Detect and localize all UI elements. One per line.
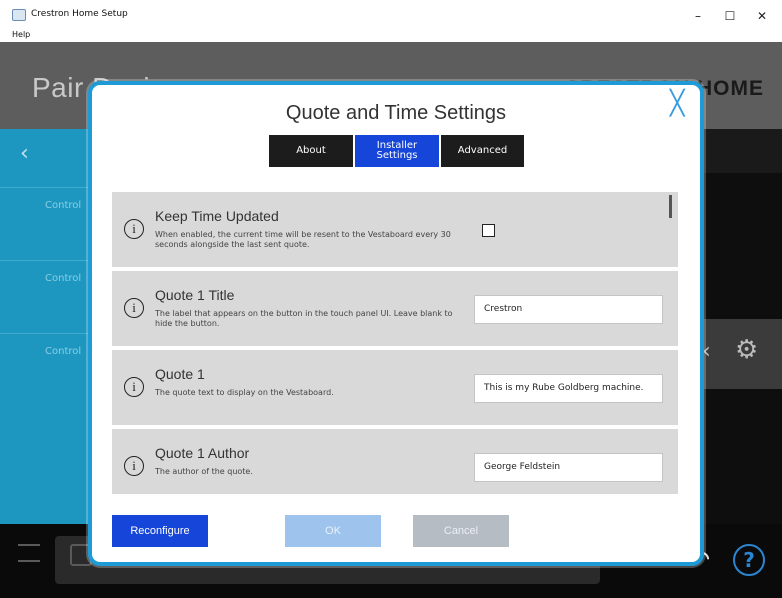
title-bar: Crestron Home Setup – ☐ ✕ bbox=[0, 0, 782, 30]
setting-title: Quote 1 Title bbox=[155, 287, 235, 303]
setting-quote-1: i Quote 1 The quote text to display on t… bbox=[112, 350, 678, 425]
help-icon[interactable]: ? bbox=[733, 544, 765, 576]
quote-1-author-input[interactable]: George Feldstein bbox=[474, 453, 663, 482]
setting-title: Keep Time Updated bbox=[155, 208, 279, 224]
maximize-button[interactable]: ☐ bbox=[712, 5, 748, 27]
dialog-title: Quote and Time Settings bbox=[285, 102, 507, 124]
info-icon[interactable]: i bbox=[124, 298, 144, 318]
quote-1-input[interactable]: This is my Rube Goldberg machine. bbox=[474, 374, 663, 403]
settings-list[interactable]: i Keep Time Updated When enabled, the cu… bbox=[112, 192, 682, 494]
tab-advanced[interactable]: Advanced bbox=[441, 135, 524, 167]
setting-quote-1-author: i Quote 1 Author The author of the quote… bbox=[112, 429, 678, 494]
setting-description: The author of the quote. bbox=[155, 467, 253, 476]
reconfigure-button[interactable]: Reconfigure bbox=[112, 515, 208, 547]
settings-dialog: Quote and Time Settings ╳ About Installe… bbox=[88, 81, 704, 566]
gear-icon[interactable]: ⚙ bbox=[735, 335, 758, 365]
menu-bar: Help bbox=[0, 30, 782, 42]
setting-keep-time-updated: i Keep Time Updated When enabled, the cu… bbox=[112, 192, 678, 267]
setting-description: When enabled, the current time will be r… bbox=[155, 230, 451, 250]
setting-description: The quote text to display on the Vestabo… bbox=[155, 388, 334, 397]
quote-1-title-input[interactable]: Crestron bbox=[474, 295, 663, 324]
setting-description: The label that appears on the button in … bbox=[155, 309, 453, 329]
menu-icon[interactable] bbox=[18, 544, 40, 562]
info-icon[interactable]: i bbox=[124, 456, 144, 476]
keep-time-checkbox[interactable] bbox=[482, 224, 495, 237]
window-title: Crestron Home Setup bbox=[31, 9, 128, 19]
cancel-button[interactable]: Cancel bbox=[413, 515, 509, 547]
setting-title: Quote 1 Author bbox=[155, 445, 250, 461]
setting-quote-1-title: i Quote 1 Title The label that appears o… bbox=[112, 271, 678, 346]
tab-installer-settings[interactable]: Installer Settings bbox=[355, 135, 439, 167]
ok-button[interactable]: OK bbox=[285, 515, 381, 547]
app-icon bbox=[12, 9, 26, 21]
close-window-button[interactable]: ✕ bbox=[744, 5, 780, 27]
tab-bar: About Installer Settings Advanced bbox=[269, 135, 524, 167]
info-icon[interactable]: i bbox=[124, 219, 144, 239]
close-icon[interactable]: ╳ bbox=[670, 91, 684, 115]
app-window: Crestron Home Setup – ☐ ✕ Help Pair Devi… bbox=[0, 0, 782, 598]
menu-help[interactable]: Help bbox=[12, 30, 30, 39]
setting-title: Quote 1 bbox=[155, 366, 205, 382]
back-icon[interactable]: ‹ bbox=[20, 141, 29, 166]
tab-about[interactable]: About bbox=[269, 135, 353, 167]
info-icon[interactable]: i bbox=[124, 377, 144, 397]
minimize-button[interactable]: – bbox=[680, 5, 716, 27]
scrollbar-thumb[interactable] bbox=[669, 195, 672, 218]
